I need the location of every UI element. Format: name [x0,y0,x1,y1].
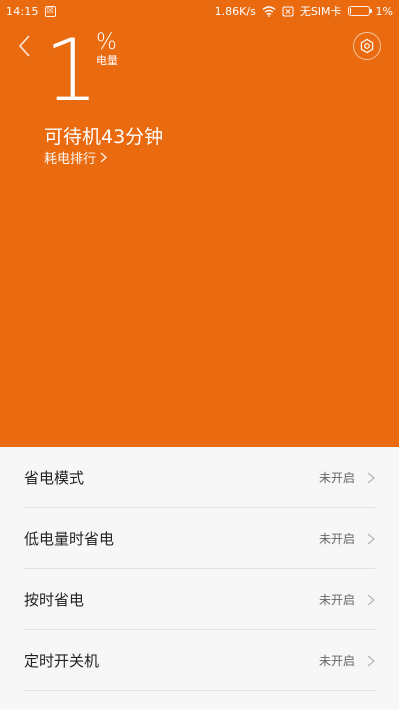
battery-level-number: 1 [44,21,99,121]
chevron-right-icon [367,594,375,605]
power-usage-ranking-link[interactable]: 耗电排行 [44,148,107,167]
list-item-value: 未开启 [318,532,355,546]
battery-fill [349,8,351,14]
chevron-right-icon [100,152,107,163]
chevron-right-icon [367,655,375,666]
list-item-label: 省电模式 [24,469,85,487]
list-item-value: 未开启 [318,593,355,607]
settings-button[interactable] [353,32,381,60]
list-item-value: 未开启 [318,471,355,485]
net-speed: 1.86K/s [214,4,256,18]
percent-sign: % [96,30,117,55]
notification-icon: ☒ [44,5,56,17]
wifi-icon [262,5,276,17]
status-bar: 14:15 ☒ 1.86K/s 无SIM卡 1% [0,0,399,22]
list-item-low-battery-saving[interactable]: 低电量时省电 未开启 [0,508,399,569]
list-item-label: 按时省电 [24,591,85,609]
list-item-scheduled-power[interactable]: 定时开关机 未开启 [0,630,399,691]
list-item-label: 低电量时省电 [24,530,115,548]
list-item-scheduled-saving[interactable]: 按时省电 未开启 [0,569,399,630]
list-item-power-saving-mode[interactable]: 省电模式 未开启 [0,447,399,508]
battery-summary-panel: 14:15 ☒ 1.86K/s 无SIM卡 1% 1 % 电量 可待机43分钟 … [0,0,399,447]
gear-icon [360,38,374,54]
standby-time: 可待机43分钟 [44,126,164,148]
settings-list: 省电模式 未开启 低电量时省电 未开启 按时省电 未开启 定时开关机 未开启 [0,447,399,709]
list-item-label: 定时开关机 [24,652,100,670]
chevron-left-icon [18,35,30,57]
battery-icon [347,6,372,16]
list-item-value: 未开启 [318,654,355,668]
status-time: 14:15 [6,4,39,18]
sim-status-text: 无SIM卡 [299,5,342,18]
battery-percent-text: 1% [375,4,393,18]
chevron-right-icon [367,472,375,483]
chevron-right-icon [367,533,375,544]
status-right: 1.86K/s 无SIM卡 1% [215,3,393,19]
divider [24,690,375,691]
sim-absent-icon [282,6,294,17]
percent-label: 电量 [96,54,118,67]
back-button[interactable] [14,32,36,60]
ranking-label: 耗电排行 [44,152,97,167]
